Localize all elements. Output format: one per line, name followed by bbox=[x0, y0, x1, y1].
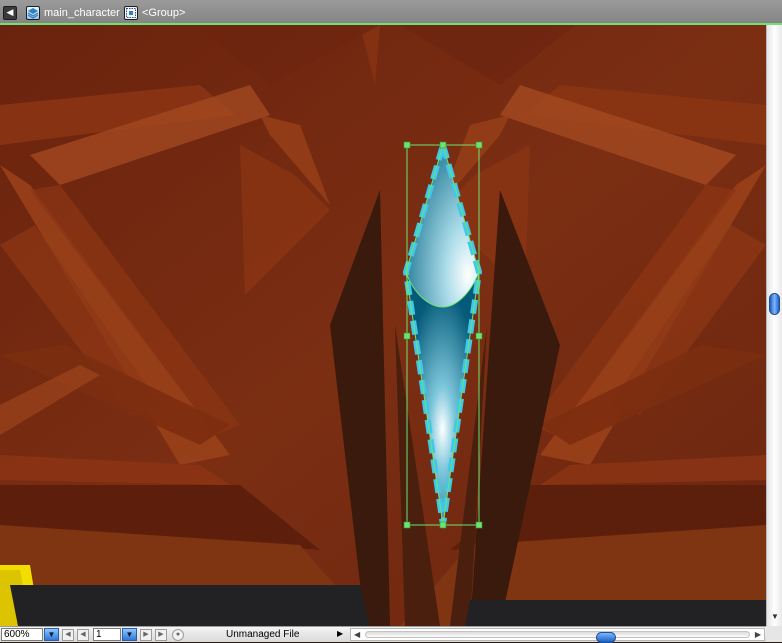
status-popup-arrow-icon[interactable]: ▶ bbox=[337, 629, 343, 638]
zoom-dropdown-icon[interactable]: ▼ bbox=[44, 628, 59, 641]
previous-page-icon[interactable]: ◀ bbox=[77, 629, 89, 641]
breadcrumb-item-group[interactable]: <Group> bbox=[124, 5, 185, 20]
status-bar: 600% ▼ ◀ ◀ 1 ▼ ▶ ▶ ● Unmanaged File ▶ ◀ … bbox=[0, 626, 782, 643]
breadcrumb-bar: ◀ main_character <Group> bbox=[0, 0, 782, 25]
horizontal-scroll-thumb[interactable] bbox=[596, 632, 616, 643]
scroll-right-arrow-icon[interactable]: ▶ bbox=[755, 630, 761, 639]
breadcrumb-item-main-character[interactable]: main_character bbox=[26, 5, 120, 20]
breadcrumb-label: main_character bbox=[44, 6, 120, 19]
zoom-level-field[interactable]: 600% bbox=[1, 628, 43, 641]
symbol-icon bbox=[26, 5, 40, 20]
scrollbar-corner bbox=[766, 626, 782, 642]
scroll-left-arrow-icon[interactable]: ◀ bbox=[354, 630, 360, 639]
horizontal-scroll-track[interactable] bbox=[365, 631, 750, 643]
vertical-scroll-thumb[interactable] bbox=[769, 293, 780, 315]
character-artwork bbox=[0, 25, 766, 626]
breadcrumb-back[interactable]: ◀ bbox=[3, 5, 17, 20]
vertical-scrollbar[interactable]: ▼ bbox=[766, 25, 782, 626]
scroll-down-arrow-icon[interactable]: ▼ bbox=[771, 612, 779, 621]
group-icon bbox=[124, 5, 138, 20]
horizontal-scrollbar[interactable]: ◀ ▶ bbox=[350, 628, 765, 643]
status-menu-icon[interactable]: ● bbox=[172, 629, 184, 641]
breadcrumb-label: <Group> bbox=[142, 6, 186, 19]
page-number-field[interactable]: 1 bbox=[93, 628, 121, 641]
file-status-label: Unmanaged File bbox=[226, 629, 300, 640]
first-page-icon[interactable]: ◀ bbox=[62, 629, 74, 641]
last-page-icon[interactable]: ▶ bbox=[155, 629, 167, 641]
page-dropdown-icon[interactable]: ▼ bbox=[122, 628, 137, 641]
next-page-icon[interactable]: ▶ bbox=[140, 629, 152, 641]
artboard-canvas[interactable] bbox=[0, 25, 766, 626]
back-arrow-icon[interactable]: ◀ bbox=[3, 5, 17, 20]
